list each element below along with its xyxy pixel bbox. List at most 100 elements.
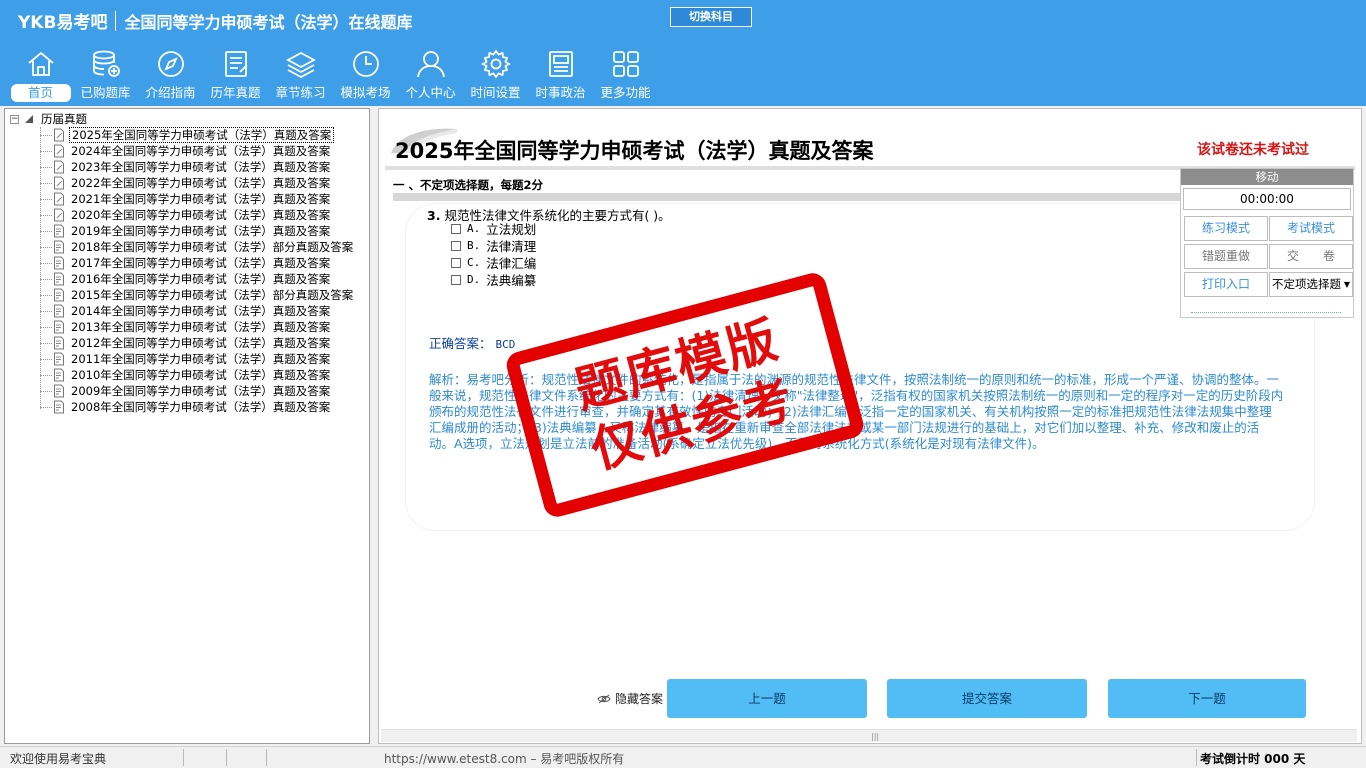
answer-analysis: 解析：易考吧分析：规范性法律文件的系统化，是指属于法的渊源的规范性法律文件，按照… [429, 372, 1284, 451]
database-add-icon [92, 50, 120, 77]
panel-dotted-divider [1191, 312, 1341, 313]
tree-item-label: 2022年全国同等学力申硕考试（法学）真题及答案 [71, 176, 331, 190]
tree-item[interactable]: 2020年全国同等学力申硕考试（法学）真题及答案 [33, 207, 355, 223]
status-divider [1196, 749, 1197, 766]
next-question-button[interactable]: 下一题 [1108, 679, 1307, 718]
hand-in-button[interactable]: 交 卷 [1269, 244, 1353, 269]
app-header: YKB易考吧 全国同等学力申硕考试（法学）在线题库 切换科目 首页 已购题库 介… [0, 0, 1366, 106]
triangle-icon [25, 115, 33, 123]
tree-item[interactable]: 2017年全国同等学力申硕考试（法学）真题及答案 [33, 255, 355, 271]
option-c[interactable]: C. 法律汇编 [451, 254, 536, 271]
tree-item[interactable]: 2025年全国同等学力申硕考试（法学）真题及答案 [33, 127, 355, 143]
nav-label: 时间设置 [470, 85, 521, 100]
tree-connector [40, 390, 52, 392]
question-card [405, 203, 1315, 531]
nav-purchased-banks[interactable]: 已购题库 [73, 48, 138, 104]
option-checkbox[interactable] [451, 257, 461, 268]
collapse-icon[interactable]: − [10, 114, 19, 124]
hide-answer-label: 隐藏答案 [615, 692, 664, 706]
tree-connector [40, 134, 52, 136]
doc-search-icon [54, 240, 64, 254]
doc-search-icon [54, 352, 64, 366]
horizontal-scrollbar[interactable]: ||| [381, 729, 1357, 742]
tree-item[interactable]: 2014年全国同等学力申硕考试（法学）真题及答案 [33, 303, 355, 319]
tree-item[interactable]: 2013年全国同等学力申硕考试（法学）真题及答案 [33, 319, 355, 335]
option-checkbox[interactable] [451, 240, 461, 251]
option-b[interactable]: B. 法律清理 [451, 237, 536, 254]
tree-item-label: 2023年全国同等学力申硕考试（法学）真题及答案 [71, 160, 331, 174]
nav-label: 个人中心 [405, 85, 456, 100]
practice-mode-button[interactable]: 练习模式 [1184, 216, 1268, 241]
tree-item-label: 2021年全国同等学力申硕考试（法学）真题及答案 [71, 192, 331, 206]
nav-current-affairs[interactable]: 时事政治 [528, 48, 593, 104]
hide-answer-toggle[interactable]: 隐藏答案 [597, 690, 663, 707]
grid-icon [612, 51, 639, 77]
tree-connector [40, 374, 52, 376]
option-a[interactable]: A. 立法规划 [451, 220, 536, 237]
tree-item[interactable]: 2016年全国同等学力申硕考试（法学）真题及答案 [33, 271, 355, 287]
nav-label: 章节练习 [275, 85, 326, 100]
exam-countdown: 考试倒计时 000 天 [1200, 752, 1306, 766]
tree-item[interactable]: 2023年全国同等学力申硕考试（法学）真题及答案 [33, 159, 355, 175]
tree-item[interactable]: 2009年全国同等学力申硕考试（法学）真题及答案 [33, 383, 355, 399]
tree-connector [40, 214, 52, 216]
scroll-grip-icon[interactable]: ||| [871, 732, 879, 741]
tree-item[interactable]: 2015年全国同等学力申硕考试（法学）部分真题及答案 [33, 287, 355, 303]
layers-icon [285, 51, 316, 79]
dropdown-arrow-icon[interactable]: ▼ [1342, 273, 1352, 296]
submit-answer-button[interactable]: 提交答案 [887, 679, 1088, 718]
tree-item-label: 2012年全国同等学力申硕考试（法学）真题及答案 [71, 336, 331, 350]
option-d[interactable]: D. 法典编纂 [451, 271, 536, 288]
tree-item-label: 2020年全国同等学力申硕考试（法学）真题及答案 [71, 208, 331, 222]
nav-chapter-practice[interactable]: 章节练习 [268, 48, 333, 104]
tree-connector [40, 310, 52, 312]
tree-item-label: 2010年全国同等学力申硕考试（法学）真题及答案 [71, 368, 331, 382]
tree-item[interactable]: 2021年全国同等学力申硕考试（法学）真题及答案 [33, 191, 355, 207]
tree-root[interactable]: − 历届真题 [10, 112, 87, 126]
nav-time-settings[interactable]: 时间设置 [463, 48, 528, 104]
tree-item[interactable]: 2018年全国同等学力申硕考试（法学）部分真题及答案 [33, 239, 355, 255]
tree-item[interactable]: 2024年全国同等学力申硕考试（法学）真题及答案 [33, 143, 355, 159]
tree-item[interactable]: 2008年全国同等学力申硕考试（法学）真题及答案 [33, 399, 355, 415]
option-key: A. [467, 222, 481, 235]
tree-items: 2025年全国同等学力申硕考试（法学）真题及答案 2024年全国同等学力申硕考试（… [33, 127, 355, 415]
tree-item-label: 2018年全国同等学力申硕考试（法学）部分真题及答案 [71, 240, 354, 254]
question-type-select[interactable]: 不定项选择题 ▼ [1269, 272, 1353, 297]
exam-mode-button[interactable]: 考试模式 [1269, 216, 1353, 241]
correct-answer: 正确答案： BCD [429, 333, 515, 352]
status-divider [183, 749, 184, 766]
option-checkbox[interactable] [451, 223, 461, 234]
option-checkbox[interactable] [451, 274, 461, 285]
tree-item[interactable]: 2019年全国同等学力申硕考试（法学）真题及答案 [33, 223, 355, 239]
switch-subject-button[interactable]: 切换科目 [670, 7, 752, 27]
tree-item-label: 2017年全国同等学力申硕考试（法学）真题及答案 [71, 256, 331, 270]
redo-wrong-button[interactable]: 错题重做 [1184, 244, 1268, 269]
nav-past-papers[interactable]: 历年真题 [203, 48, 268, 104]
nav-label: 介绍指南 [145, 85, 196, 100]
prev-question-button[interactable]: 上一题 [667, 679, 868, 718]
tree-connector [40, 278, 52, 280]
status-copyright: https://www.etest8.com – 易考吧版权所有 [384, 752, 625, 766]
tree-item[interactable]: 2010年全国同等学力申硕考试（法学）真题及答案 [33, 367, 355, 383]
doc-search-icon [54, 384, 64, 398]
nav-home[interactable]: 首页 [8, 48, 73, 104]
nav-more-features[interactable]: 更多功能 [593, 48, 658, 104]
panel-move-handle[interactable]: 移动 [1181, 169, 1353, 185]
tree-item[interactable]: 2022年全国同等学力申硕考试（法学）真题及答案 [33, 175, 355, 191]
doc-search-icon [54, 368, 64, 382]
tree-connector [40, 182, 52, 184]
nav-personal-center[interactable]: 个人中心 [398, 48, 463, 104]
nav-guide[interactable]: 介绍指南 [138, 48, 203, 104]
tree-item[interactable]: 2011年全国同等学力申硕考试（法学）真题及答案 [33, 351, 355, 367]
tree-item-label: 2016年全国同等学力申硕考试（法学）真题及答案 [71, 272, 331, 286]
nav-mock-exam[interactable]: 模拟考场 [333, 48, 398, 104]
tree-root-label: 历届真题 [41, 112, 87, 126]
title-separator [115, 10, 117, 31]
tree-connector [40, 342, 52, 344]
tree-connector [40, 150, 52, 152]
option-key: B. [467, 239, 481, 252]
app-title: YKB易考吧 全国同等学力申硕考试（法学）在线题库 [18, 8, 412, 33]
doc-edit-icon [54, 192, 64, 206]
print-button[interactable]: 打印入口 [1184, 272, 1268, 297]
tree-item[interactable]: 2012年全国同等学力申硕考试（法学）真题及答案 [33, 335, 355, 351]
